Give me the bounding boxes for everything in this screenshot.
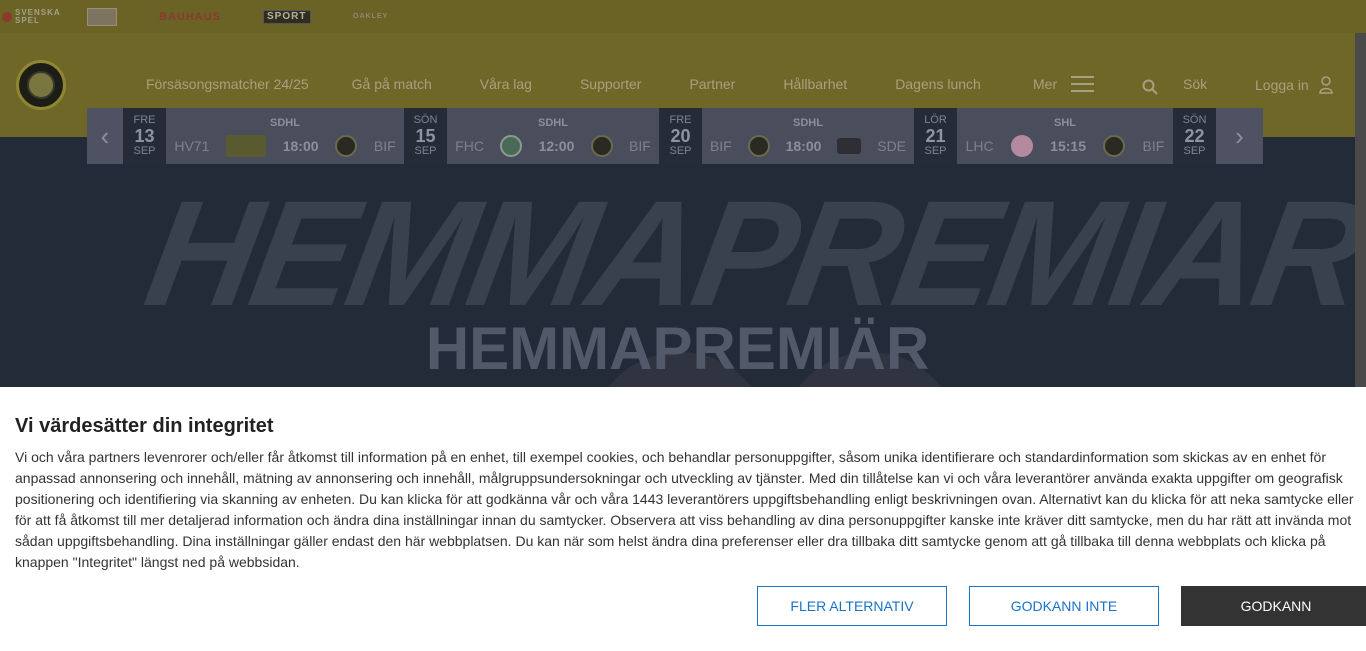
match-card[interactable]: SDHL HV71 18:00 BIF <box>166 108 404 164</box>
match-away-team: SDE <box>877 138 907 154</box>
hero-title: HEMMAPREMIÄR <box>425 315 930 382</box>
consent-body: Vi och våra partners levenrorer och/elle… <box>15 449 1354 570</box>
match-home-team: BIF <box>709 138 732 154</box>
match-time: 12:00 <box>538 138 575 154</box>
match-league: SDHL <box>270 117 300 129</box>
more-options-button[interactable]: FLER ALTERNATIV <box>757 586 947 626</box>
match-home-team: HV71 <box>174 138 210 154</box>
hamburger-icon <box>1071 76 1095 92</box>
cookie-consent-dialog: Vi värdesätter din integritet Vi och vår… <box>0 387 1366 651</box>
login-button[interactable]: Logga in <box>1255 76 1333 94</box>
login-label: Logga in <box>1255 77 1309 93</box>
match-league: SDHL <box>793 117 823 129</box>
fhc-crest-icon <box>500 135 523 157</box>
match-home-team: LHC <box>965 138 994 154</box>
match-league: SDHL <box>538 117 568 129</box>
schedule-prev-button[interactable]: ‹ <box>87 108 123 164</box>
club-logo[interactable] <box>16 60 66 110</box>
nav-item-ga-pa-match[interactable]: Gå på match <box>352 76 432 92</box>
bif-crest-icon <box>747 135 770 157</box>
match-time: 18:00 <box>282 138 319 154</box>
sponsor-bar: SVENSKA SPEL BAUHAUS SPORT OAKLEY <box>0 0 1366 33</box>
nav-item-forsasongsmatcher[interactable]: Försäsongsmatcher 24/25 <box>146 76 309 92</box>
match-time: 18:00 <box>785 138 822 154</box>
match-time: 15:15 <box>1050 138 1086 154</box>
sde-crest-icon <box>837 138 862 154</box>
match-card[interactable]: SDHL FHC 12:00 BIF <box>447 108 659 164</box>
schedule-date: FRE 13 SEP <box>123 108 166 164</box>
nav-more-label: Mer <box>1033 76 1058 92</box>
reject-button[interactable]: GODKANN INTE <box>969 586 1159 626</box>
nav-item-dagens-lunch[interactable]: Dagens lunch <box>895 76 981 92</box>
nav-item-supporter[interactable]: Supporter <box>580 76 641 92</box>
match-card[interactable]: SHL LHC 15:15 BIF <box>957 108 1173 164</box>
nav-more-button[interactable]: Mer <box>1033 76 1095 92</box>
sponsor-badge-logo[interactable] <box>87 7 117 26</box>
sponsor-sport-logo[interactable]: SPORT <box>263 9 311 24</box>
match-away-team: BIF <box>1142 138 1165 154</box>
nav-item-partner[interactable]: Partner <box>689 76 735 92</box>
nav-item-hallbarhet[interactable]: Hållbarhet <box>783 76 847 92</box>
consent-title: Vi värdesätter din integritet <box>15 415 274 437</box>
match-card[interactable]: SDHL BIF 18:00 SDE <box>702 108 914 164</box>
chevron-left-icon: ‹ <box>100 120 110 151</box>
search-label[interactable]: Sök <box>1183 76 1207 92</box>
schedule-date: LÖR 21 SEP <box>914 108 957 164</box>
accept-button[interactable]: GODKANN <box>1181 586 1366 626</box>
match-home-team: FHC <box>455 138 484 154</box>
nav-item-vara-lag[interactable]: Våra lag <box>480 76 532 92</box>
chevron-right-icon: › <box>1235 120 1244 151</box>
match-away-team: BIF <box>629 138 651 154</box>
bif-crest-icon <box>335 135 358 157</box>
user-icon <box>1318 76 1333 94</box>
schedule-date: SÖN 22 SEP <box>1173 108 1216 164</box>
club-crest-icon <box>27 71 55 99</box>
main-nav: Försäsongsmatcher 24/25 Gå på match Våra… <box>146 76 1024 92</box>
bif-crest-icon <box>1103 135 1126 157</box>
sponsor-bauhaus-logo[interactable]: BAUHAUS <box>159 11 221 23</box>
match-away-team: BIF <box>373 138 396 154</box>
bif-crest-icon <box>590 135 613 157</box>
match-league: SHL <box>1054 117 1076 129</box>
hv71-crest-icon <box>226 135 267 157</box>
search-icon[interactable] <box>1142 79 1158 95</box>
schedule-date: SÖN 15 SEP <box>404 108 447 164</box>
sponsor-oakley-logo[interactable]: OAKLEY <box>353 13 388 20</box>
lhc-crest-icon <box>1010 135 1033 157</box>
schedule-next-button[interactable]: › <box>1216 108 1263 164</box>
schedule-date: FRE 20 SEP <box>659 108 702 164</box>
svenska-spel-icon <box>2 11 12 22</box>
match-schedule: ‹ FRE 13 SEP SDHL HV71 18:00 BIF SÖN 15 … <box>87 108 1263 164</box>
sponsor-svenska-spel-logo[interactable]: SVENSKA SPEL <box>2 8 59 25</box>
